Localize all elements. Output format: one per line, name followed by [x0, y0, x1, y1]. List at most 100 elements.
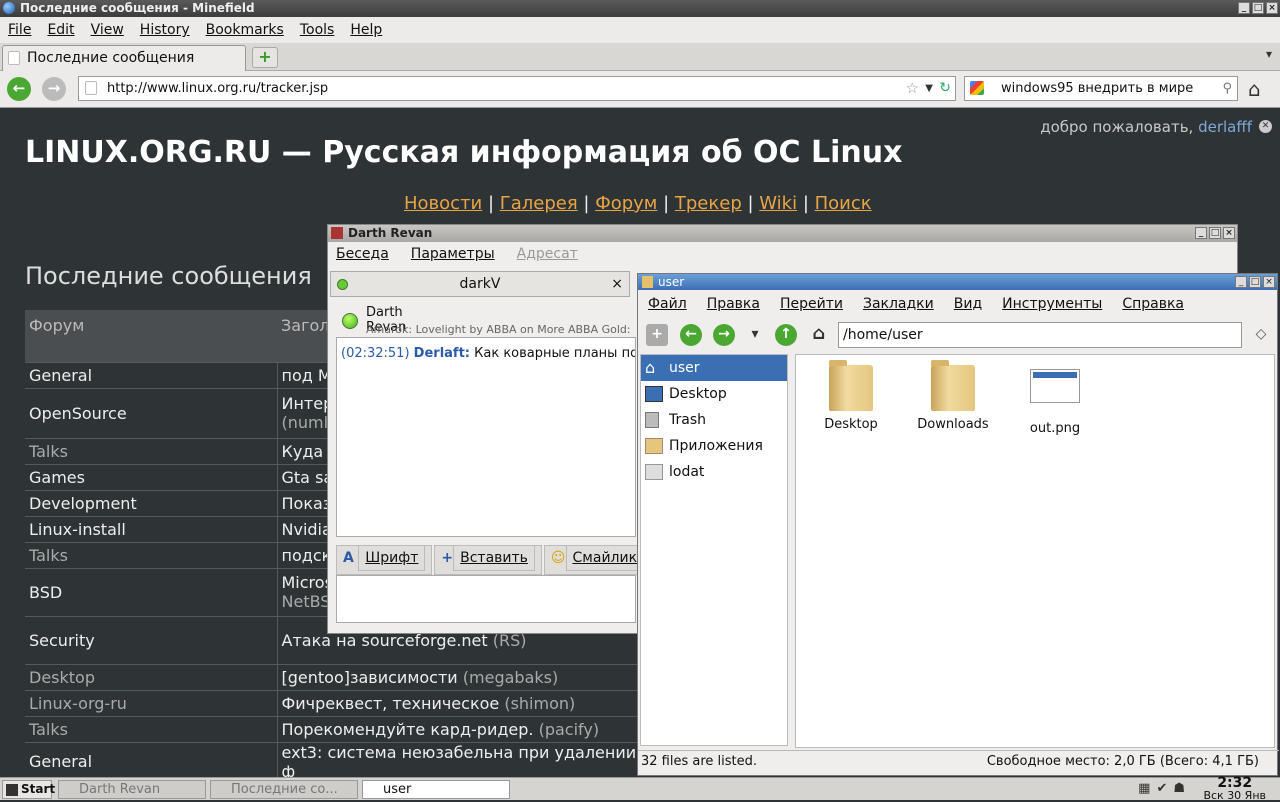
forum-cell[interactable]: Desktop: [25, 664, 278, 691]
table-row[interactable]: General ext3: система неюзабельна при уда…: [25, 742, 645, 782]
topic-title[interactable]: Micros: [282, 573, 333, 592]
forum-cell[interactable]: Security: [25, 616, 278, 665]
nav-tracker[interactable]: Трекер: [675, 193, 742, 214]
history-dropdown-icon[interactable]: ▾: [744, 324, 766, 346]
sidebar-item-desktop[interactable]: Desktop: [641, 381, 787, 407]
chat-menu-conversation[interactable]: Беседа: [336, 246, 389, 262]
tab-latest-messages[interactable]: Последние сообщения: [2, 45, 246, 71]
nav-wiki[interactable]: Wiki: [759, 193, 797, 214]
table-row[interactable]: Talks Порекомендуйте кард-ридер. (pacify): [25, 716, 645, 743]
menu-bookmarks[interactable]: Bookmarks: [206, 22, 284, 38]
fm-maximize-icon[interactable]: □: [1249, 276, 1261, 288]
google-engine-icon[interactable]: [970, 81, 984, 95]
network-icon[interactable]: ▦: [1138, 781, 1150, 796]
topic-title[interactable]: Фичреквест, техническое: [282, 694, 500, 713]
topic-title[interactable]: Gta sa: [282, 468, 334, 487]
chat-log[interactable]: (02:32:51) Derlaft: Как коварные планы п…: [336, 337, 636, 537]
topic-title[interactable]: [gentoo]зависимости: [282, 668, 458, 687]
sidebar-item-lodat[interactable]: lodat: [641, 459, 787, 485]
forum-cell[interactable]: Talks: [25, 716, 278, 743]
forward-button[interactable]: →: [42, 77, 66, 101]
fm-forward-button[interactable]: →: [713, 324, 735, 346]
pidgin-tray-icon[interactable]: ☗: [1173, 781, 1185, 796]
chat-menu-recipient[interactable]: Адресат: [517, 246, 578, 262]
forum-cell[interactable]: Games: [25, 464, 278, 491]
topic-title[interactable]: Интер: [282, 394, 334, 413]
url-bar[interactable]: http://www.linux.org.ru/tracker.jsp ☆ ▼ …: [78, 76, 956, 101]
forum-cell[interactable]: Linux-install: [25, 516, 278, 543]
fm-close-icon[interactable]: ×: [1263, 276, 1275, 288]
topic-title[interactable]: Куда: [282, 442, 324, 461]
url-dropdown-icon[interactable]: ▼: [925, 77, 933, 100]
task-latest-messages[interactable]: Последние со...: [210, 780, 358, 799]
bookmark-star-icon[interactable]: ☆: [906, 77, 919, 100]
title-cell[interactable]: Порекомендуйте кард-ридер. (pacify): [277, 716, 645, 743]
fm-up-button[interactable]: ↑: [775, 324, 797, 346]
menu-view[interactable]: View: [91, 22, 124, 38]
nav-search[interactable]: Поиск: [815, 193, 872, 214]
nav-gallery[interactable]: Галерея: [500, 193, 578, 214]
menu-edit[interactable]: Edit: [47, 22, 74, 38]
new-tab-icon[interactable]: +: [646, 324, 668, 346]
maximize-icon[interactable]: □: [1252, 2, 1264, 14]
sidebar-item-user[interactable]: ⌂ user: [641, 355, 787, 381]
menu-help[interactable]: Help: [350, 22, 382, 38]
file-item-desktop[interactable]: Desktop: [806, 360, 896, 432]
forum-cell[interactable]: Talks: [25, 438, 278, 465]
forum-cell[interactable]: General: [25, 742, 278, 782]
tab-list-chevron-icon[interactable]: ▾: [1266, 47, 1272, 61]
fm-minimize-icon[interactable]: _: [1235, 276, 1247, 288]
home-icon[interactable]: ⌂: [1248, 77, 1261, 101]
menu-history[interactable]: History: [140, 22, 190, 38]
fm-menu-file[interactable]: Файл: [648, 296, 687, 312]
title-cell[interactable]: ext3: система неюзабельна при удалении ф: [277, 742, 645, 782]
chat-minimize-icon[interactable]: _: [1195, 227, 1207, 239]
update-icon[interactable]: ✔: [1156, 781, 1167, 796]
back-button[interactable]: ←: [7, 77, 31, 101]
file-item-downloads[interactable]: Downloads: [908, 360, 998, 432]
table-row[interactable]: Desktop [gentoo]зависимости (megabaks): [25, 664, 645, 691]
menu-tools[interactable]: Tools: [300, 22, 335, 38]
search-bar[interactable]: windows95 внедрить в мире ⚲: [964, 76, 1238, 101]
sidebar-item-trash[interactable]: Trash: [641, 407, 787, 433]
fm-menu-help[interactable]: Справка: [1122, 296, 1184, 312]
forum-cell[interactable]: OpenSource: [25, 388, 278, 439]
table-row[interactable]: Linux-org-ru Фичреквест, техническое (shi…: [25, 690, 645, 717]
reload-icon[interactable]: ↻: [939, 77, 951, 100]
fm-menu-edit[interactable]: Правка: [707, 296, 760, 312]
bookmark-add-icon[interactable]: ◇: [1250, 324, 1272, 346]
task-darth-revan[interactable]: Darth Revan: [58, 780, 206, 799]
fm-menu-tools[interactable]: Инструменты: [1002, 296, 1102, 312]
fm-back-button[interactable]: ←: [680, 324, 702, 346]
chat-close-icon[interactable]: ×: [1223, 227, 1235, 239]
minimize-icon[interactable]: _: [1238, 2, 1250, 14]
clock[interactable]: 2:32 Вск 30 Янв: [1203, 776, 1266, 801]
nav-news[interactable]: Новости: [404, 193, 482, 214]
insert-button[interactable]: + Вставить: [434, 545, 542, 575]
forum-cell[interactable]: Linux-org-ru: [25, 690, 278, 717]
task-user[interactable]: user: [362, 780, 510, 799]
topic-title[interactable]: Показ: [282, 494, 332, 513]
fm-menu-bookmarks[interactable]: Закладки: [863, 296, 934, 312]
location-input[interactable]: /home/user: [838, 322, 1242, 348]
start-button[interactable]: Start: [2, 780, 55, 799]
topic-title[interactable]: под М: [282, 366, 332, 385]
font-button[interactable]: A Шрифт: [336, 545, 433, 575]
fm-menu-view[interactable]: Вид: [954, 296, 982, 312]
fm-menu-go[interactable]: Перейти: [780, 296, 843, 312]
close-tab-icon[interactable]: ×: [611, 272, 623, 296]
close-icon[interactable]: ×: [1266, 2, 1278, 14]
topic-title[interactable]: Nvidia: [282, 520, 332, 539]
logout-icon[interactable]: ✕: [1259, 120, 1272, 133]
menu-file[interactable]: File: [8, 22, 31, 38]
forum-cell[interactable]: Development: [25, 490, 278, 517]
topic-title[interactable]: Порекомендуйте кард-ридер.: [282, 720, 534, 739]
new-tab-button[interactable]: +: [252, 47, 278, 68]
topic-title[interactable]: ext3: система неюзабельна при удалении ф: [282, 743, 637, 781]
topic-title[interactable]: подск: [282, 546, 332, 565]
title-cell[interactable]: Фичреквест, техническое (shimon): [277, 690, 645, 717]
user-link[interactable]: derlafff: [1198, 118, 1252, 136]
forum-cell[interactable]: Talks: [25, 542, 278, 569]
chat-maximize-icon[interactable]: □: [1209, 227, 1221, 239]
forum-cell[interactable]: General: [25, 362, 278, 389]
